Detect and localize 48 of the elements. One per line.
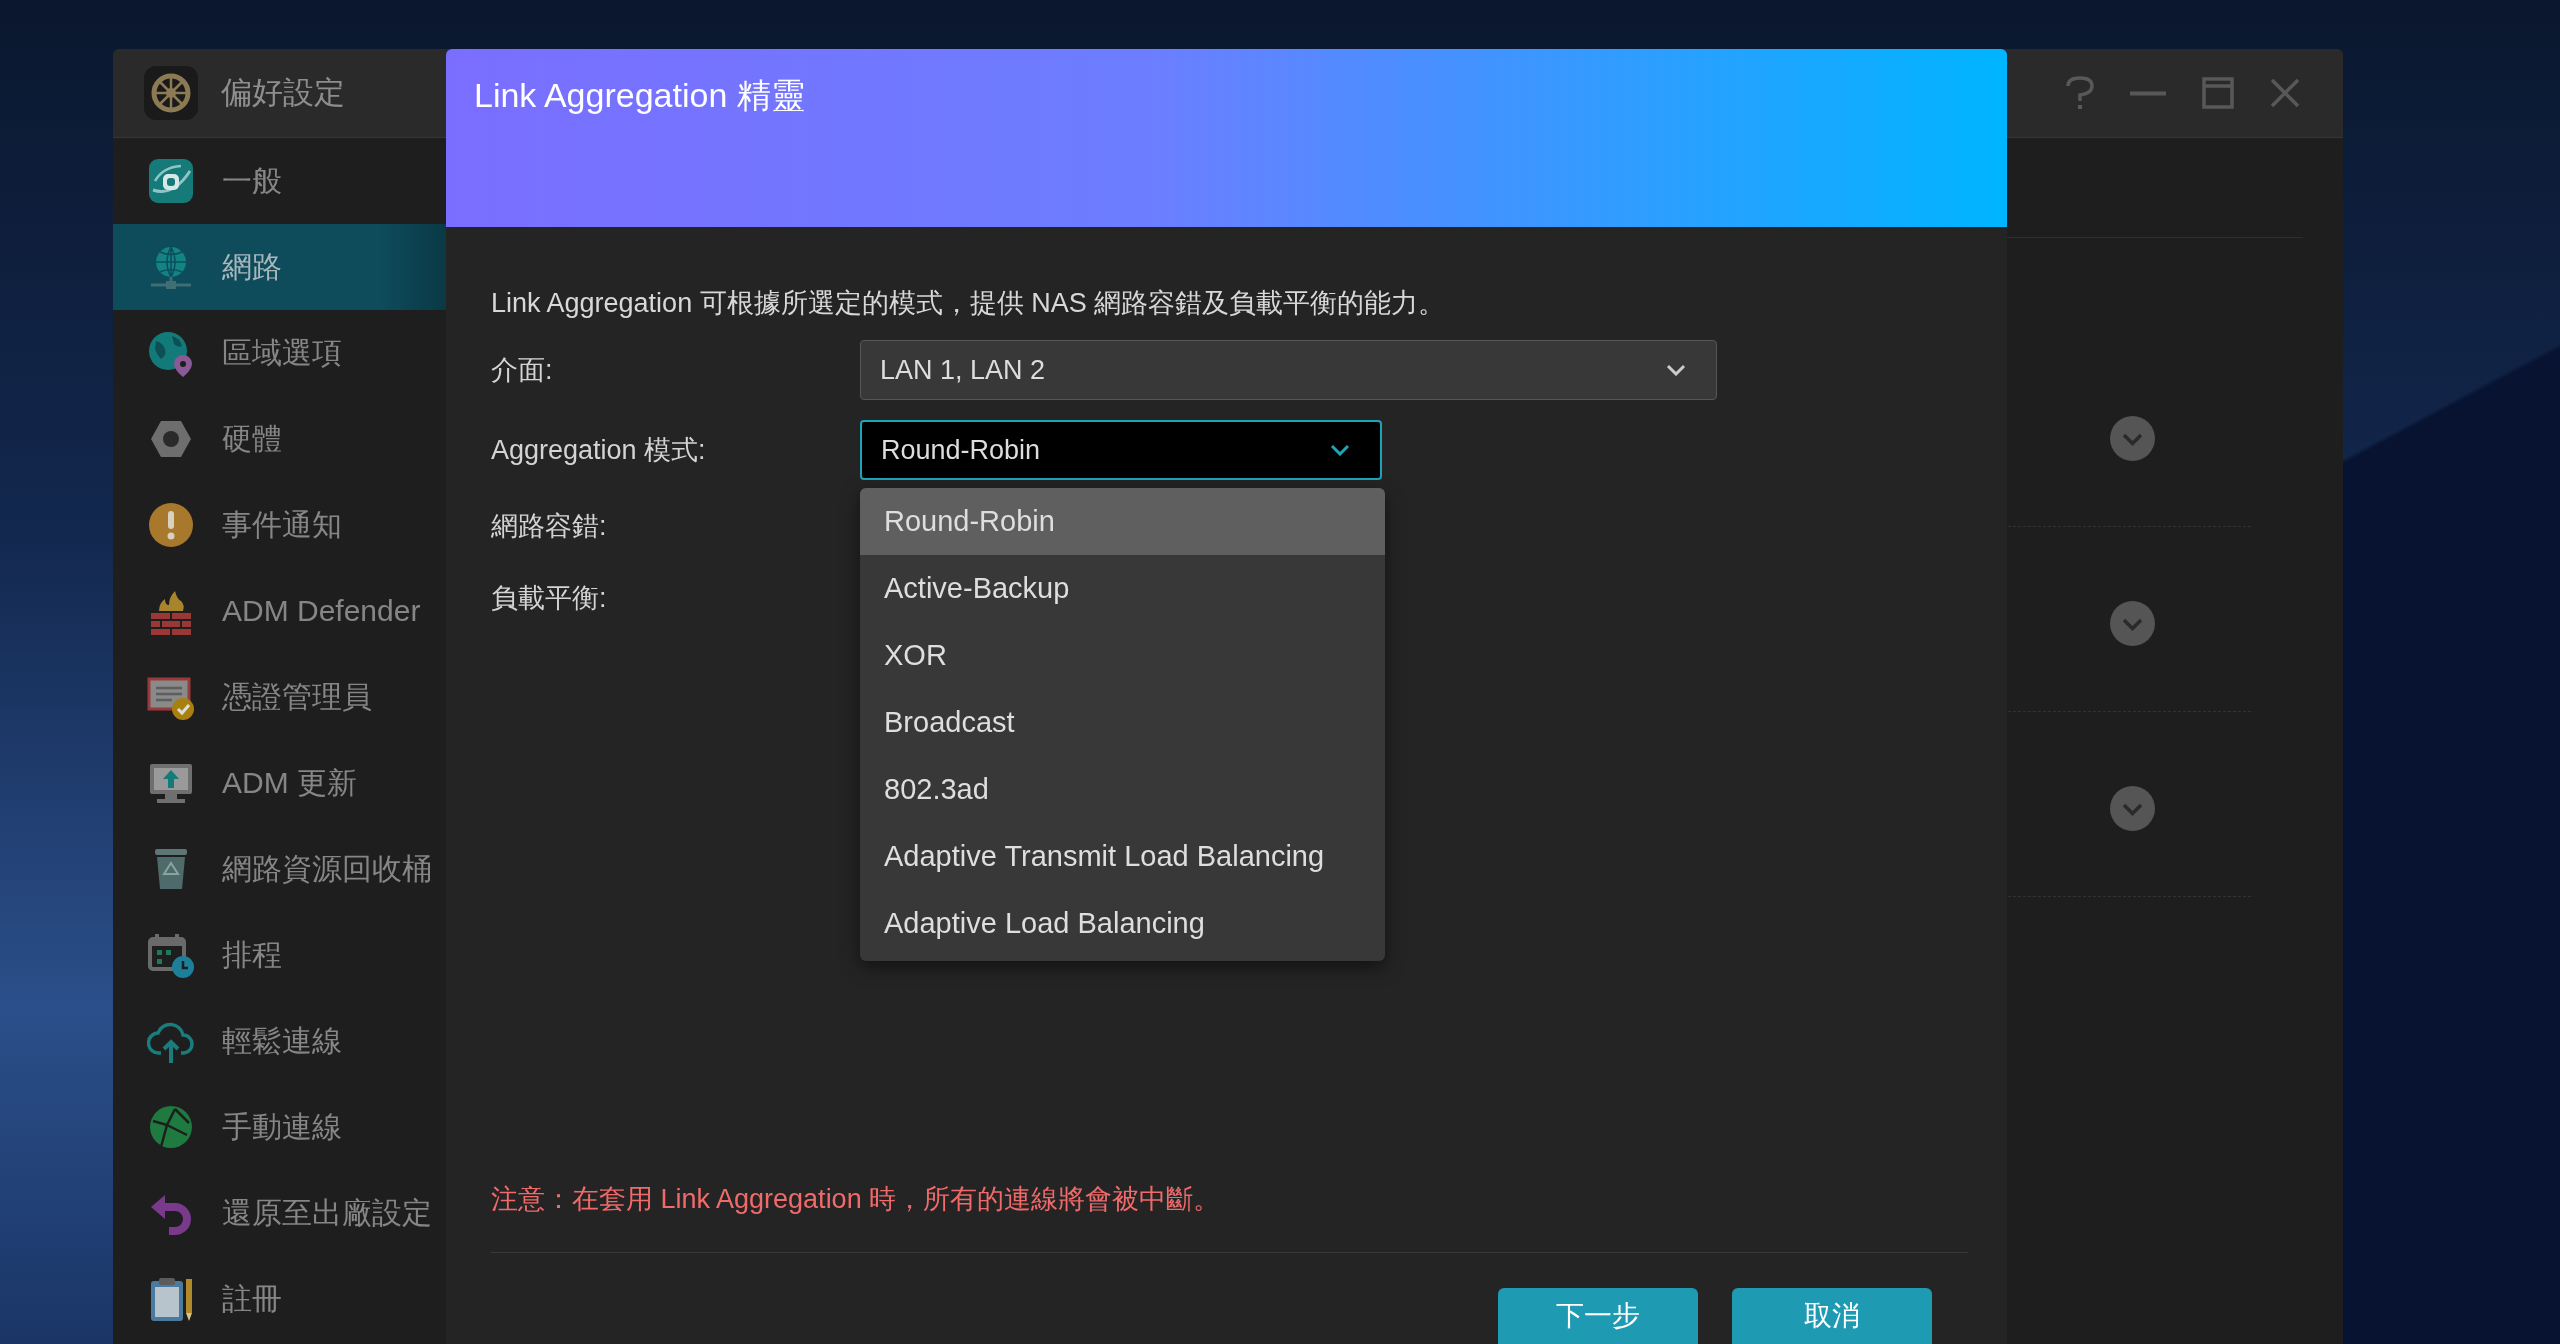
cancel-button[interactable]: 取消 bbox=[1732, 1288, 1932, 1344]
expand-icon[interactable] bbox=[2110, 600, 2155, 646]
field-label: 負載平衡: bbox=[491, 582, 607, 615]
dialog-title: Link Aggregation 精靈 bbox=[474, 75, 805, 115]
close-icon[interactable] bbox=[2270, 78, 2300, 108]
sidebar-item[interactable]: 手動連線 bbox=[113, 1084, 447, 1170]
window-title: 偏好設定 bbox=[221, 74, 345, 112]
chevron-down-icon bbox=[1666, 364, 1686, 376]
gear-icon bbox=[144, 66, 198, 120]
app-logo-icon bbox=[147, 157, 195, 205]
field-label: Aggregation 模式: bbox=[491, 434, 706, 467]
field-label: 介面: bbox=[491, 354, 553, 387]
sidebar-item[interactable]: 憑證管理員 bbox=[113, 654, 447, 740]
dropdown-option[interactable]: Adaptive Load Balancing bbox=[860, 890, 1385, 957]
sidebar-item[interactable]: ADM Defender bbox=[113, 568, 447, 654]
field-label: 網路容錯: bbox=[491, 510, 607, 543]
warning-text: 注意：在套用 Link Aggregation 時，所有的連線將會被中斷。 bbox=[491, 1183, 1221, 1216]
globe-icon bbox=[147, 1103, 195, 1151]
minimize-icon[interactable] bbox=[2130, 90, 2166, 96]
expand-icon[interactable] bbox=[2110, 415, 2155, 461]
dropdown-option[interactable]: Active-Backup bbox=[860, 555, 1385, 622]
sidebar-item[interactable]: 還原至出廠設定 bbox=[113, 1170, 447, 1256]
sidebar-item[interactable]: 區域選項 bbox=[113, 310, 447, 396]
help-icon[interactable] bbox=[2066, 76, 2094, 110]
expand-icon[interactable] bbox=[2110, 785, 2155, 831]
sidebar-item[interactable]: ADM 更新 bbox=[113, 740, 447, 826]
sidebar-item[interactable]: 輕鬆連線 bbox=[113, 998, 447, 1084]
dropdown-option[interactable]: Round-Robin bbox=[860, 488, 1385, 555]
dropdown-option[interactable]: XOR bbox=[860, 622, 1385, 689]
sidebar-item[interactable]: 網路 bbox=[113, 224, 447, 310]
maximize-icon[interactable] bbox=[2202, 77, 2234, 109]
chevron-down-icon bbox=[1330, 444, 1350, 456]
sidebar-item[interactable]: 一般 bbox=[113, 138, 447, 224]
next-button[interactable]: 下一步 bbox=[1498, 1288, 1698, 1344]
globe-pin-icon bbox=[147, 329, 195, 377]
calendar-clock-icon bbox=[147, 931, 195, 979]
sidebar-item[interactable]: 網路資源回收桶 bbox=[113, 826, 447, 912]
sidebar-item[interactable]: 事件通知 bbox=[113, 482, 447, 568]
select-field[interactable]: LAN 1, LAN 2 bbox=[860, 340, 1717, 400]
sidebar-item[interactable]: 註冊 bbox=[113, 1256, 447, 1342]
select-field[interactable]: Round-Robin bbox=[860, 420, 1382, 480]
alert-icon bbox=[147, 501, 195, 549]
sidebar-item[interactable]: 排程 bbox=[113, 912, 447, 998]
dropdown-option[interactable]: Adaptive Transmit Load Balancing bbox=[860, 823, 1385, 890]
description-text: Link Aggregation 可根據所選定的模式，提供 NAS 網路容錯及負載平衡的能力。 bbox=[491, 287, 1446, 320]
dropdown-option[interactable]: Broadcast bbox=[860, 689, 1385, 756]
dropdown-option[interactable]: 802.3ad bbox=[860, 756, 1385, 823]
sidebar-item[interactable]: 硬體 bbox=[113, 396, 447, 482]
